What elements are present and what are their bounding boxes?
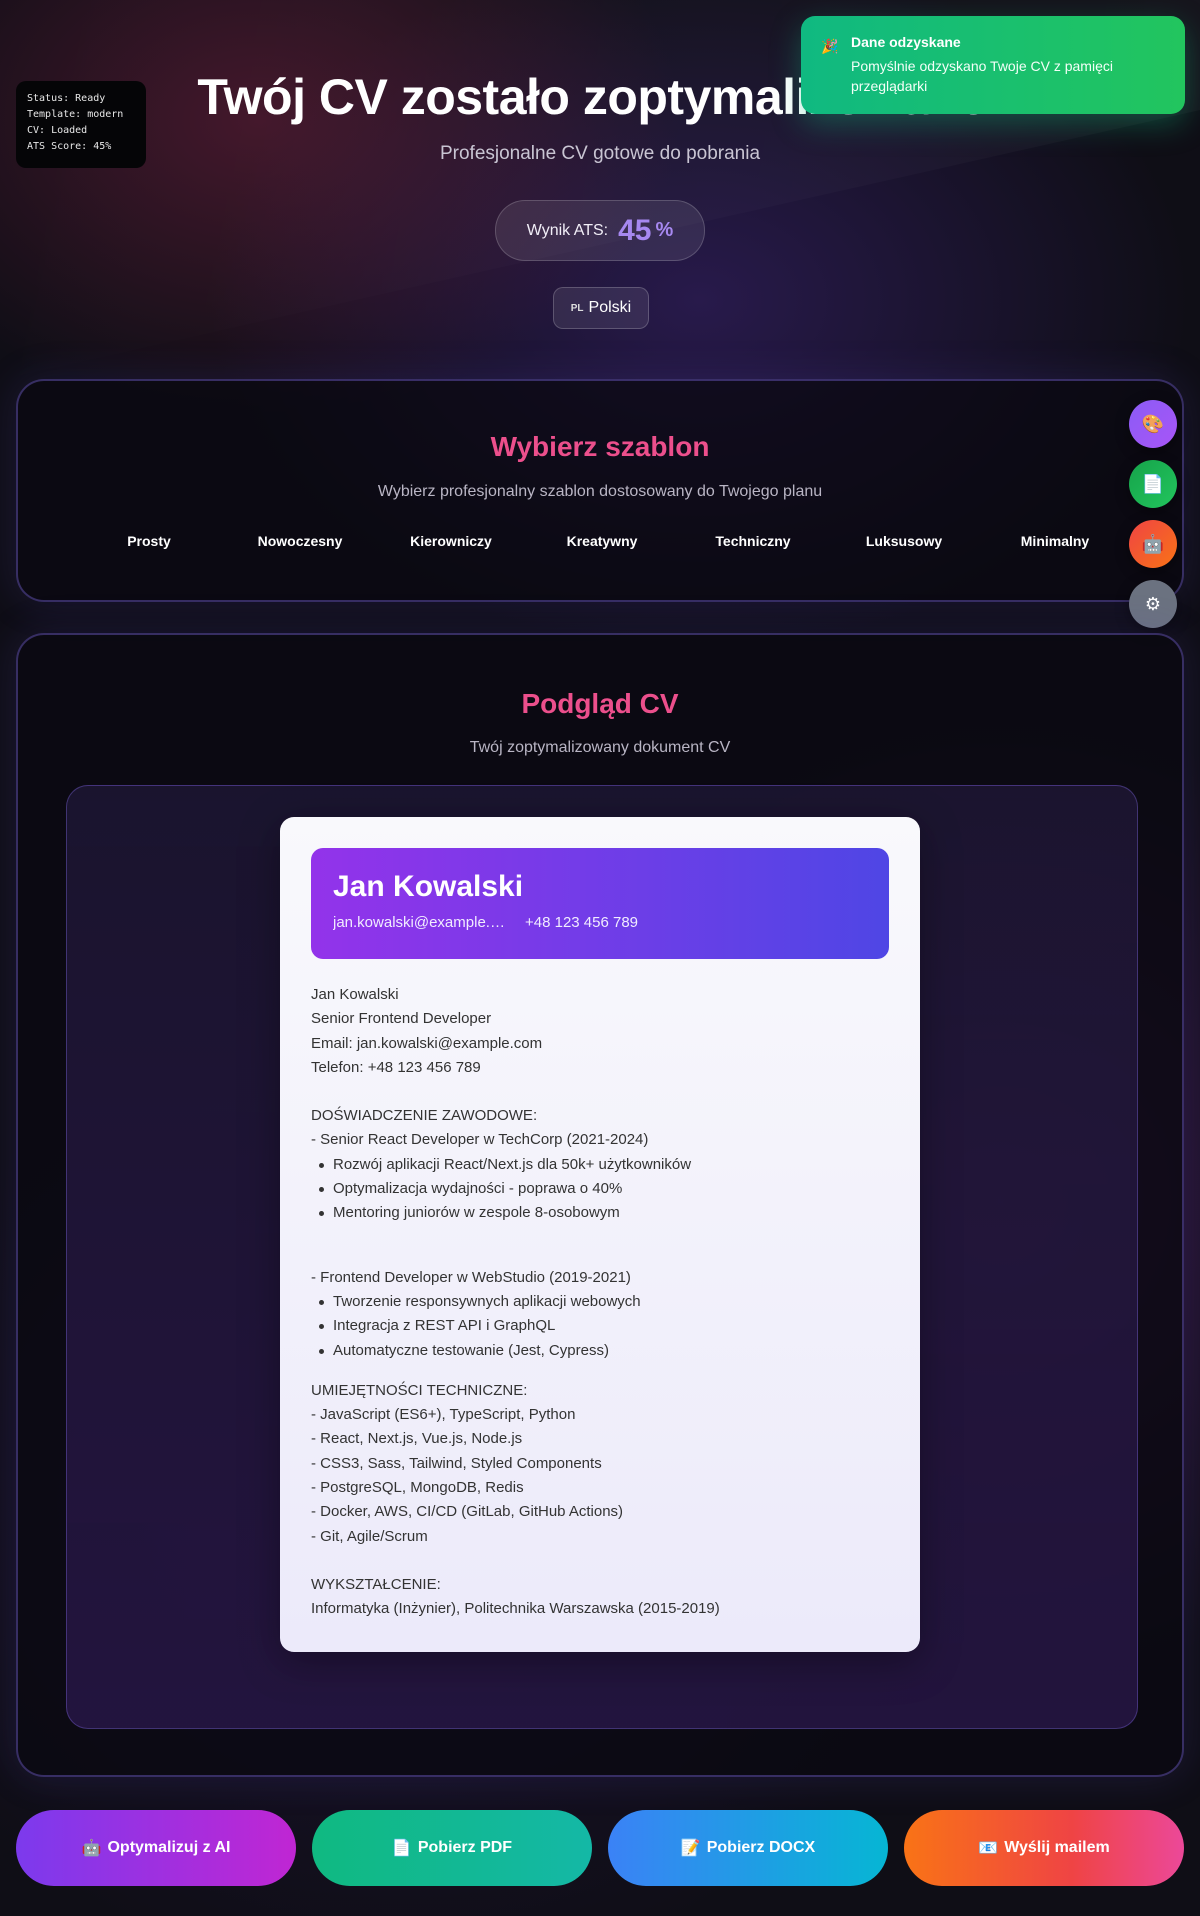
template-selector-panel: Wybierz szablon Wybierz profesjonalny sz… xyxy=(16,379,1184,602)
template-option-nowoczesny[interactable]: Nowoczesny xyxy=(225,533,375,549)
send-email-label: Wyślij mailem xyxy=(1004,1839,1110,1856)
cv-job: - Frontend Developer w WebStudio (2019-2… xyxy=(311,1268,631,1286)
cv-skill: - React, Next.js, Vue.js, Node.js xyxy=(311,1430,523,1448)
cv-bullet: Rozwój aplikacji React/Next.js dla 50k+ … xyxy=(311,1153,889,1177)
ats-unit: % xyxy=(655,219,674,241)
cv-bullet: Automatyczne testowanie (Jest, Cypress) xyxy=(311,1339,889,1363)
cv-section-heading: DOŚWIADCZENIE ZAWODOWE: xyxy=(311,1107,538,1125)
cv-education: Informatyka (Inżynier), Politechnika War… xyxy=(311,1600,720,1618)
cv-header: Jan Kowalski jan.kowalski@example.com +4… xyxy=(311,848,889,959)
cv-bullet: Integracja z REST API i GraphQL xyxy=(311,1314,889,1338)
cv-contacts: jan.kowalski@example.com +48 123 456 789 xyxy=(333,914,867,931)
cv-email: jan.kowalski@example.com xyxy=(333,914,509,931)
toast-message: Pomyślnie odzyskano Twoje CV z pamięci p… xyxy=(851,58,1113,94)
cv-bullet: Tworzenie responsywnych aplikacji webowy… xyxy=(311,1290,889,1314)
email-icon: 📧 xyxy=(978,1840,999,1857)
robot-icon: 🤖 xyxy=(81,1840,102,1857)
toast-title: Dane odzyskane xyxy=(851,34,961,50)
template-option-techniczny[interactable]: Techniczny xyxy=(678,533,828,549)
settings-button[interactable]: ⚙ xyxy=(1129,580,1177,628)
preview-title: Podgląd CV xyxy=(521,688,679,719)
document-icon: 📄 xyxy=(1141,473,1165,494)
flag-icon: PL xyxy=(570,302,584,314)
template-panel-title: Wybierz szablon xyxy=(490,431,710,462)
download-pdf-label: Pobierz PDF xyxy=(417,1839,513,1856)
toast-notification[interactable]: 🎉 Dane odzyskane Pomyślnie odzyskano Two… xyxy=(801,16,1185,114)
download-pdf-button[interactable]: 📄 Pobierz PDF xyxy=(312,1810,592,1886)
cv-skill: - CSS3, Sass, Tailwind, Styled Component… xyxy=(311,1454,602,1472)
cv-phone: +48 123 456 789 xyxy=(525,914,639,931)
cv-line: Email: jan.kowalski@example.com xyxy=(311,1034,543,1052)
send-email-button[interactable]: 📧 Wyślij mailem xyxy=(904,1810,1184,1886)
cv-job: - Senior React Developer w TechCorp (202… xyxy=(311,1131,649,1149)
download-docx-label: Pobierz DOCX xyxy=(706,1839,816,1856)
language-selector[interactable]: PL Polski xyxy=(553,287,649,329)
cv-skill: - Git, Agile/Scrum xyxy=(311,1527,428,1545)
cv-document: Jan Kowalski jan.kowalski@example.com +4… xyxy=(280,817,920,1652)
template-list: Prosty Nowoczesny Kierowniczy Kreatywny … xyxy=(74,533,1130,549)
optimize-ai-label: Optymalizuj z AI xyxy=(107,1839,231,1856)
template-option-kierowniczy[interactable]: Kierowniczy xyxy=(376,533,526,549)
cv-line: Telefon: +48 123 456 789 xyxy=(311,1058,481,1076)
template-option-kreatywny[interactable]: Kreatywny xyxy=(527,533,677,549)
template-option-luksusowy[interactable]: Luksusowy xyxy=(829,533,979,549)
document-icon: 📄 xyxy=(391,1840,412,1857)
palette-icon: 🎨 xyxy=(1141,413,1165,434)
action-bar: 🤖 Optymalizuj z AI 📄 Pobierz PDF 📝 Pobie… xyxy=(16,1810,1184,1886)
template-panel-subtitle: Wybierz profesjonalny szablon dostosowan… xyxy=(377,483,823,500)
download-docx-button[interactable]: 📝 Pobierz DOCX xyxy=(608,1810,888,1886)
page-subtitle: Profesjonalne CV gotowe do pobrania xyxy=(439,143,761,164)
cv-body: Jan Kowalski Senior Frontend Developer E… xyxy=(311,983,889,1622)
palette-button[interactable]: 🎨 xyxy=(1129,400,1177,448)
template-option-prosty[interactable]: Prosty xyxy=(74,533,224,549)
cv-section-heading: WYKSZTAŁCENIE: xyxy=(311,1575,441,1593)
ats-value: 45 xyxy=(618,213,652,247)
gear-icon: ⚙ xyxy=(1144,593,1162,614)
cv-name: Jan Kowalski xyxy=(333,870,524,903)
ats-score-badge: Wynik ATS: 45 % xyxy=(495,200,705,261)
cv-skill: - PostgreSQL, MongoDB, Redis xyxy=(311,1479,524,1497)
cv-section-heading: UMIEJĘTNOŚCI TECHNICZNE: xyxy=(311,1381,528,1399)
party-icon: 🎉 xyxy=(821,38,839,54)
robot-button[interactable]: 🤖 xyxy=(1129,520,1177,568)
ats-label: Wynik ATS: xyxy=(526,221,609,239)
preview-subtitle: Twój zoptymalizowany dokument CV xyxy=(469,739,731,756)
cv-line: Senior Frontend Developer xyxy=(311,1010,492,1028)
cv-bullet: Mentoring juniorów w zespole 8-osobowym xyxy=(311,1201,889,1225)
document-button[interactable]: 📄 xyxy=(1129,460,1177,508)
memo-icon: 📝 xyxy=(680,1840,701,1857)
cv-skill: - JavaScript (ES6+), TypeScript, Python xyxy=(311,1406,576,1424)
template-option-minimalny[interactable]: Minimalny xyxy=(980,533,1130,549)
cv-skill: - Docker, AWS, CI/CD (GitLab, GitHub Act… xyxy=(311,1503,624,1521)
cv-line: Jan Kowalski xyxy=(311,986,399,1003)
robot-icon: 🤖 xyxy=(1141,533,1165,554)
optimize-ai-button[interactable]: 🤖 Optymalizuj z AI xyxy=(16,1810,296,1886)
cv-bullet: Optymalizacja wydajności - poprawa o 40% xyxy=(311,1177,889,1201)
language-label: Polski xyxy=(588,299,632,316)
